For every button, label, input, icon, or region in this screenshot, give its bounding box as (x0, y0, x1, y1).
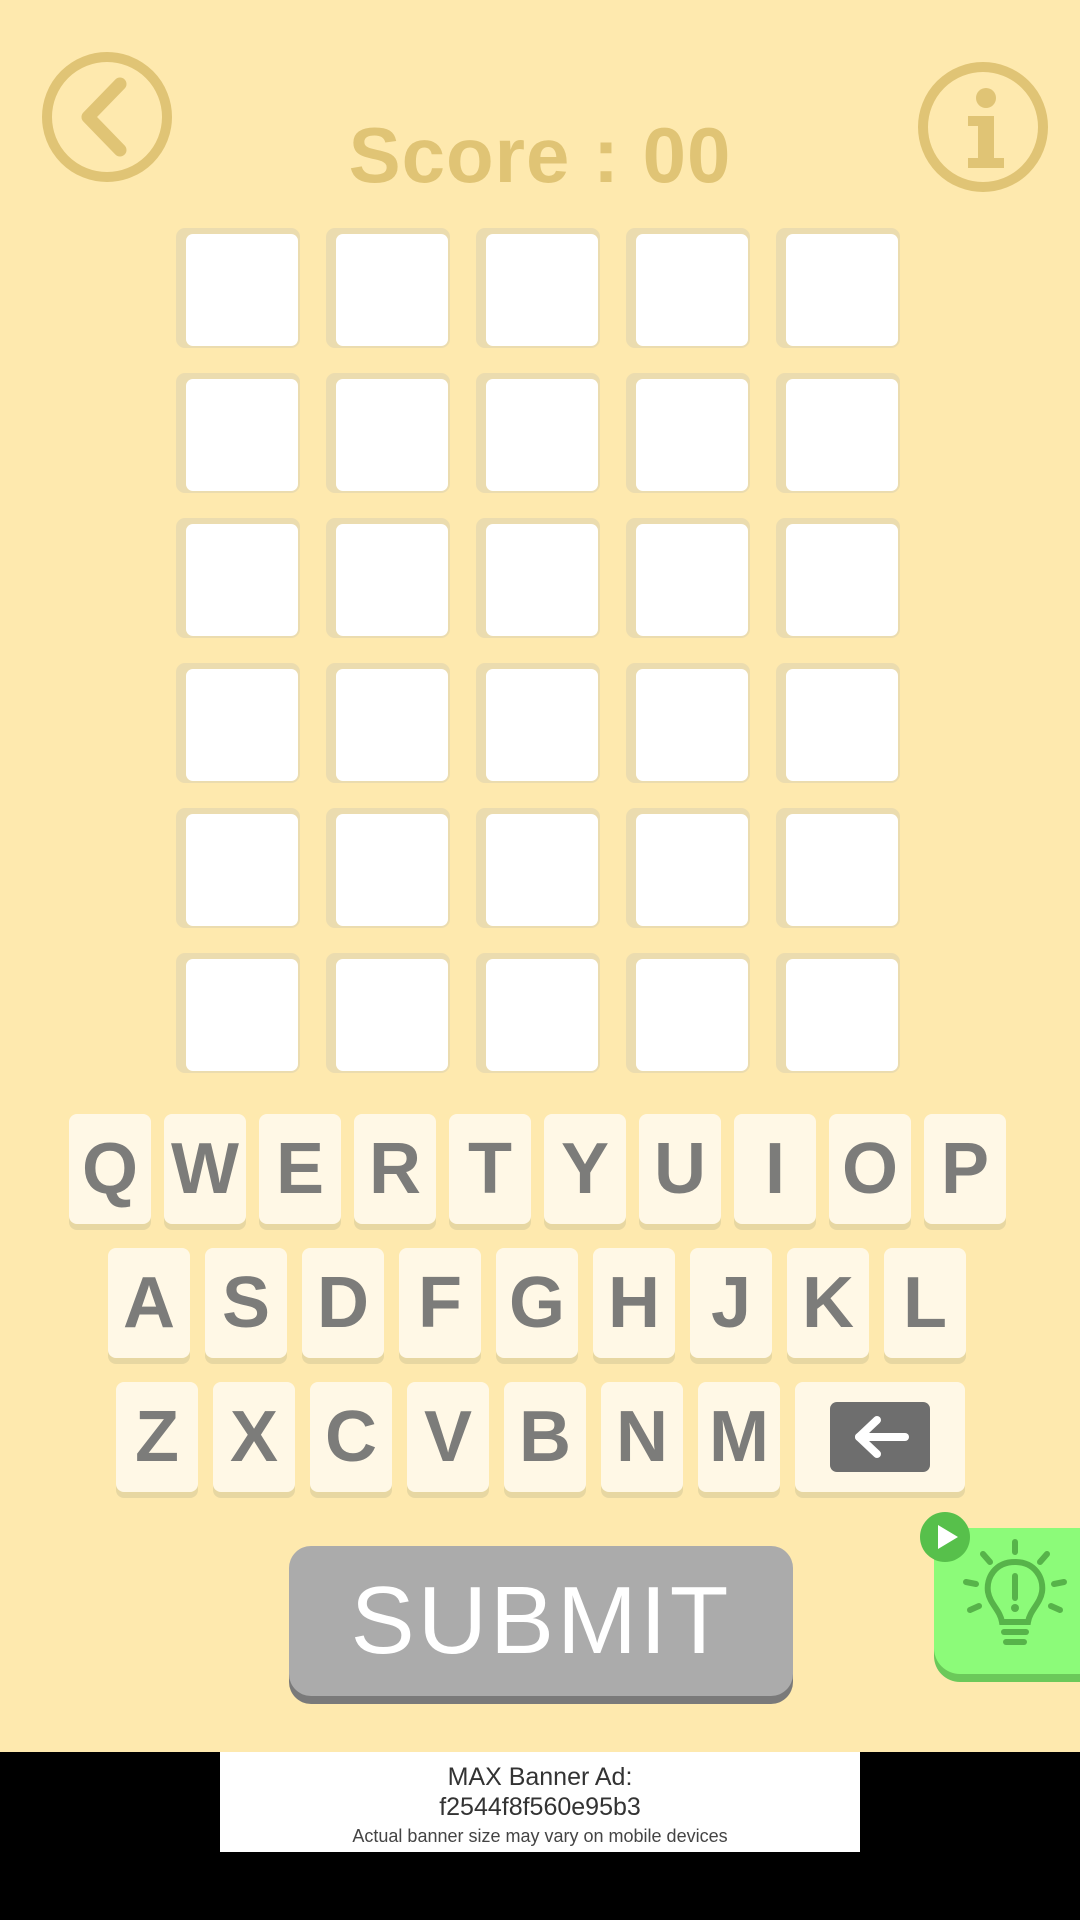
key-l[interactable]: L (884, 1248, 966, 1358)
letter-cell (626, 518, 750, 638)
letter-cell (776, 518, 900, 638)
letter-cell (176, 663, 300, 783)
key-q[interactable]: Q (69, 1114, 151, 1224)
letter-cell (626, 373, 750, 493)
key-e[interactable]: E (259, 1114, 341, 1224)
ad-id: f2544f8f560e95b3 (439, 1793, 641, 1821)
key-z[interactable]: Z (116, 1382, 198, 1492)
letter-cell (176, 373, 300, 493)
key-h[interactable]: H (593, 1248, 675, 1358)
key-u[interactable]: U (639, 1114, 721, 1224)
grid-row (176, 228, 904, 348)
ad-note: Actual banner size may vary on mobile de… (352, 1826, 728, 1846)
key-s[interactable]: S (205, 1248, 287, 1358)
score-label: Score : 00 (348, 111, 732, 199)
key-r[interactable]: R (354, 1114, 436, 1224)
letter-cell (326, 953, 450, 1073)
key-b[interactable]: B (504, 1382, 586, 1492)
letter-cell (326, 663, 450, 783)
grid-row (176, 373, 904, 493)
key-p[interactable]: P (924, 1114, 1006, 1224)
key-o[interactable]: O (829, 1114, 911, 1224)
letter-cell (626, 808, 750, 928)
letter-cell (326, 518, 450, 638)
key-d[interactable]: D (302, 1248, 384, 1358)
key-c[interactable]: C (310, 1382, 392, 1492)
grid-row (176, 953, 904, 1073)
keyboard-row-3: ZXCVBNM (116, 1382, 965, 1492)
key-n[interactable]: N (601, 1382, 683, 1492)
letter-cell (626, 663, 750, 783)
letter-cell (776, 373, 900, 493)
letter-cell (476, 373, 600, 493)
key-v[interactable]: V (407, 1382, 489, 1492)
letter-cell (776, 228, 900, 348)
letter-cell (326, 808, 450, 928)
letter-cell (176, 953, 300, 1073)
key-w[interactable]: W (164, 1114, 246, 1224)
letter-cell (626, 228, 750, 348)
grid-row (176, 518, 904, 638)
letter-cell (176, 518, 300, 638)
backspace-icon-box (830, 1402, 930, 1472)
letter-cell (476, 663, 600, 783)
play-icon (938, 1525, 958, 1549)
letter-cell (476, 228, 600, 348)
video-play-badge[interactable] (920, 1512, 970, 1562)
letter-cell (776, 953, 900, 1073)
letter-cell (776, 663, 900, 783)
key-x[interactable]: X (213, 1382, 295, 1492)
letter-cell (326, 228, 450, 348)
ad-title: MAX Banner Ad: (447, 1763, 633, 1791)
letter-cell (626, 953, 750, 1073)
letter-cell (776, 808, 900, 928)
backspace-arrow-icon (855, 1416, 909, 1458)
letter-cell (176, 228, 300, 348)
backspace-key[interactable] (795, 1382, 965, 1492)
key-a[interactable]: A (108, 1248, 190, 1358)
key-g[interactable]: G (496, 1248, 578, 1358)
key-j[interactable]: J (690, 1248, 772, 1358)
key-y[interactable]: Y (544, 1114, 626, 1224)
grid-row (176, 663, 904, 783)
letter-cell (476, 808, 600, 928)
keyboard-row-2: ASDFGHJKL (108, 1248, 966, 1358)
letter-cell (476, 953, 600, 1073)
letter-cell (176, 808, 300, 928)
key-i[interactable]: I (734, 1114, 816, 1224)
game-screen: Score : 00 QWERTYUIOP ASDFGHJKL ZXCVBNM … (0, 0, 1080, 1752)
letter-cell (476, 518, 600, 638)
letter-cell (326, 373, 450, 493)
keyboard-row-1: QWERTYUIOP (69, 1114, 1006, 1224)
submit-button[interactable]: SUBMIT (289, 1546, 793, 1696)
key-t[interactable]: T (449, 1114, 531, 1224)
key-m[interactable]: M (698, 1382, 780, 1492)
key-k[interactable]: K (787, 1248, 869, 1358)
banner-ad[interactable]: MAX Banner Ad: f2544f8f560e95b3 Actual b… (220, 1752, 860, 1852)
key-f[interactable]: F (399, 1248, 481, 1358)
grid-row (176, 808, 904, 928)
letter-grid (176, 228, 904, 1098)
